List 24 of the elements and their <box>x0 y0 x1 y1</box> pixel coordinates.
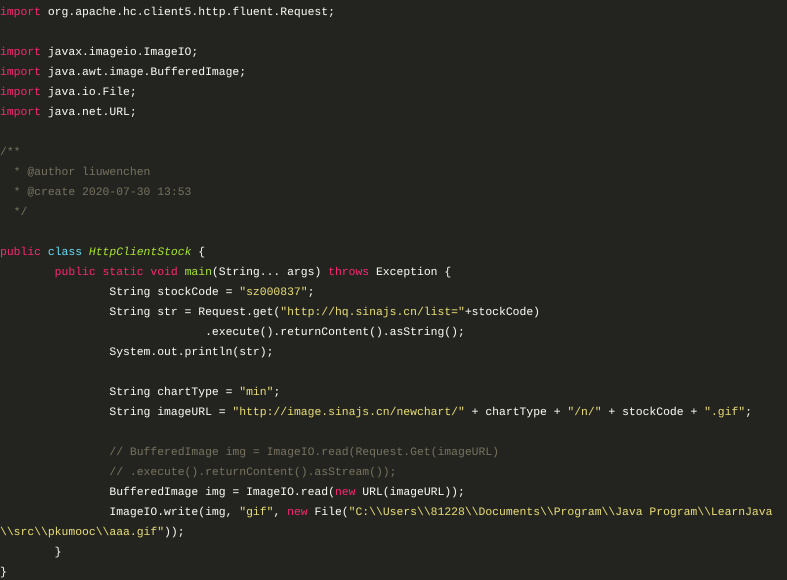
code-line: String str = Request.get("http://hq.sinajs.cn/list="+stockCode) <box>108 306 540 321</box>
code-line: */ <box>12 206 28 221</box>
code-line: import java.io.File; <box>0 86 137 101</box>
code-line: ImageIO.write(img, "gif", new File("C:\\Users\\81228\\Documents\\Program\\Java Program\\LearnJava <box>108 506 772 521</box>
code-line: import javax.imageio.ImageIO; <box>0 46 198 61</box>
code-line: String chartType = "min"; <box>108 386 280 401</box>
code-line: } <box>54 546 62 561</box>
code-line: // .execute().returnContent().asStream()); <box>108 466 396 481</box>
code-line: // BufferedImage img = ImageIO.read(Request.Get(imageURL) <box>108 446 499 461</box>
code-line: String imageURL = "http://image.sinajs.cn/newchart/" + chartType + "/n/" + stockCode + ".gif"; <box>108 406 752 421</box>
code-line: .execute().returnContent().asString(); <box>204 326 465 341</box>
code-line: String stockCode = "sz000837"; <box>108 286 314 301</box>
code-line: } <box>0 566 7 580</box>
code-line: BufferedImage img = ImageIO.read(new URL(imageURL)); <box>108 486 465 501</box>
code-line: public static void main(String... args) throws Exception { <box>54 266 452 281</box>
code-line: * @create 2020-07-30 13:53 <box>12 186 192 201</box>
code-line: /** <box>0 146 21 161</box>
code-line: public class HttpClientStock { <box>0 246 206 261</box>
code-line: import org.apache.hc.client5.http.fluent.Request; <box>0 6 335 21</box>
code-line: * @author liuwenchen <box>12 166 150 181</box>
code-line: \\src\\pkumooc\\aaa.gif")); <box>0 526 185 541</box>
code-line: import java.net.URL; <box>0 106 137 121</box>
code-line: System.out.println(str); <box>108 346 274 361</box>
code-line: import java.awt.image.BufferedImage; <box>0 66 246 81</box>
